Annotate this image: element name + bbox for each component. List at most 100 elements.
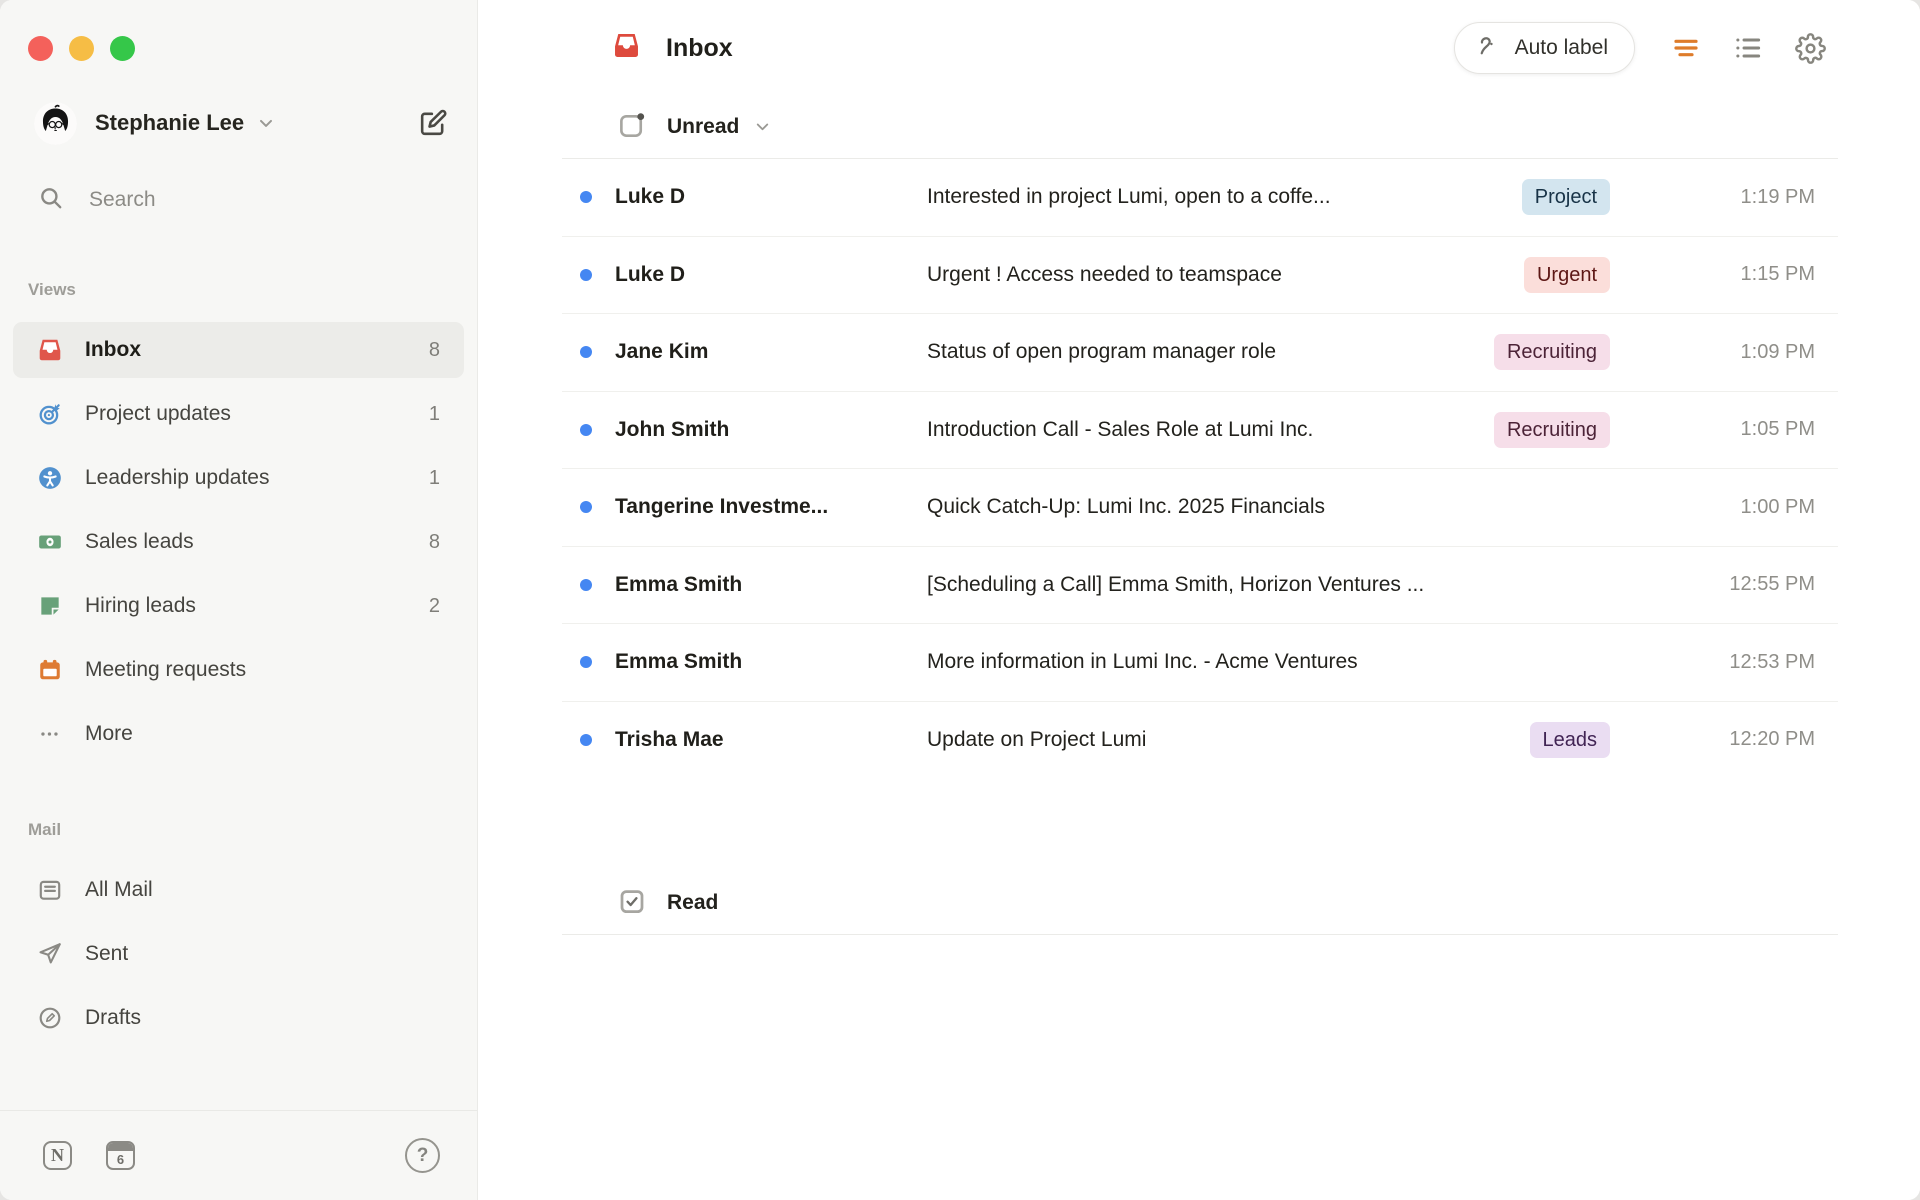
compose-button[interactable] (415, 106, 449, 140)
email-sender: Luke D (615, 185, 686, 209)
email-row[interactable]: Jane Kim Status of open program manager … (562, 313, 1838, 391)
zoom-window-button[interactable] (110, 36, 135, 61)
list-view-icon[interactable] (1732, 32, 1764, 64)
unread-section-label: Unread (667, 115, 740, 138)
sidebar-item-label: More (85, 722, 133, 745)
sidebar-item-count: 1 (428, 466, 440, 489)
search-placeholder: Search (89, 188, 156, 211)
sidebar-item-inbox[interactable]: Inbox 8 (13, 322, 464, 378)
sidebar-item-label: Drafts (85, 1006, 142, 1029)
email-subject: Status of open program manager role (927, 340, 1277, 364)
sidebar-item-count: 8 (428, 338, 440, 361)
email-time: 1:00 PM (1740, 495, 1815, 518)
email-time: 1:09 PM (1740, 340, 1815, 363)
auto-label-button[interactable]: Auto label (1453, 22, 1635, 74)
sidebar-item-sales-leads[interactable]: Sales leads 8 (13, 514, 464, 570)
unread-dot (580, 501, 592, 514)
notion-app-icon[interactable]: N (43, 1141, 72, 1170)
email-row[interactable]: Trisha Mae Update on Project Lumi Leads … (562, 700, 1838, 779)
email-sender: Emma Smith (615, 650, 743, 674)
auto-label-button-label: Auto label (1514, 36, 1608, 59)
money-icon (37, 529, 63, 555)
calendar-app-icon[interactable]: 6 (106, 1141, 135, 1170)
person-circle-icon (37, 465, 63, 491)
sidebar-item-more[interactable]: More (13, 706, 464, 762)
account-switcher[interactable]: Stephanie Lee (34, 100, 449, 146)
email-subject: More information in Lumi Inc. - Acme Ven… (927, 650, 1358, 674)
sidebar-item-leadership-updates[interactable]: Leadership updates 1 (13, 450, 464, 506)
email-sender: Emma Smith (615, 572, 743, 596)
chevron-down-icon (256, 113, 276, 138)
target-icon (37, 401, 63, 427)
email-row[interactable]: Luke D Interested in project Lumi, open … (562, 159, 1838, 236)
email-time: 12:20 PM (1729, 728, 1815, 751)
inbox-icon (37, 337, 63, 363)
sidebar-item-count: 1 (428, 402, 440, 425)
email-subject: Urgent ! Access needed to teamspace (927, 262, 1282, 286)
email-sender: Jane Kim (615, 340, 709, 364)
app-window: Stephanie Lee Search Views Inbox 8 Proje… (0, 0, 1920, 1200)
sidebar-item-hiring-leads[interactable]: Hiring leads 2 (13, 578, 464, 634)
search-icon (38, 185, 64, 216)
email-row[interactable]: Tangerine Investme... Quick Catch-Up: Lu… (562, 468, 1838, 546)
note-icon (37, 593, 63, 619)
sidebar-item-all-mail[interactable]: All Mail (13, 862, 464, 918)
section-label: Mail (28, 820, 62, 839)
sidebar-item-sent[interactable]: Sent (13, 926, 464, 982)
unread-section-header[interactable]: Unread (562, 96, 1838, 158)
sidebar-item-label: Project updates (85, 402, 231, 425)
email-time: 1:15 PM (1740, 263, 1815, 286)
read-section-label: Read (667, 891, 719, 914)
sidebar-sections: Views Inbox 8 Project updates 1 Leadersh… (0, 280, 477, 1046)
unread-dot (580, 346, 592, 359)
email-list: Luke D Interested in project Lumi, open … (562, 159, 1838, 778)
sidebar-footer: N 6 ? (0, 1110, 477, 1200)
unread-dot (580, 423, 592, 436)
email-time: 12:55 PM (1729, 573, 1815, 596)
sidebar-item-label: Sales leads (85, 530, 194, 553)
sidebar-item-label: Hiring leads (85, 594, 196, 617)
read-section-header[interactable]: Read (562, 872, 1838, 934)
avatar (34, 101, 77, 145)
email-list-area: Unread Luke D Interested in project Lumi… (478, 96, 1920, 1200)
sidebar-item-project-updates[interactable]: Project updates 1 (13, 386, 464, 442)
page-title: Inbox (666, 33, 733, 62)
email-row[interactable]: Emma Smith More information in Lumi Inc.… (562, 623, 1838, 701)
email-row[interactable]: John Smith Introduction Call - Sales Rol… (562, 390, 1838, 469)
email-row[interactable]: Luke D Urgent ! Access needed to teamspa… (562, 235, 1838, 314)
window-controls (28, 36, 135, 61)
sidebar-item-count: 2 (428, 594, 440, 617)
email-sender: Luke D (615, 262, 686, 286)
section-label: Views (28, 280, 76, 299)
unread-dot (580, 191, 592, 204)
unread-dot (580, 733, 592, 746)
email-label-badge: Recruiting (1493, 334, 1610, 371)
minimize-window-button[interactable] (69, 36, 94, 61)
email-row[interactable]: Emma Smith [Scheduling a Call] Emma Smit… (562, 545, 1838, 624)
close-window-button[interactable] (28, 36, 53, 61)
dots-icon (37, 721, 63, 747)
email-sender: Trisha Mae (615, 727, 724, 751)
search-input[interactable]: Search (38, 178, 449, 222)
main-panel: Inbox Auto label Unread Luke D Intereste… (478, 0, 1920, 1200)
settings-gear-icon[interactable] (1794, 32, 1826, 64)
sidebar-item-label: Inbox (85, 338, 141, 361)
email-time: 1:05 PM (1740, 418, 1815, 441)
email-sender: John Smith (615, 417, 730, 441)
sidebar-item-meeting-requests[interactable]: Meeting requests (13, 642, 464, 698)
filter-icon[interactable] (1670, 32, 1702, 64)
email-time: 1:19 PM (1740, 185, 1815, 208)
help-button[interactable]: ? (405, 1138, 440, 1173)
email-subject: [Scheduling a Call] Emma Smith, Horizon … (927, 572, 1425, 596)
unread-dot (580, 656, 592, 669)
inbox-icon (612, 31, 641, 65)
calendar-icon (37, 657, 63, 683)
sidebar-item-drafts[interactable]: Drafts (13, 990, 464, 1046)
main-header: Inbox Auto label (478, 0, 1920, 96)
sidebar-item-label: All Mail (85, 878, 153, 901)
email-subject: Introduction Call - Sales Role at Lumi I… (927, 417, 1314, 441)
chevron-down-icon[interactable] (753, 117, 772, 141)
email-subject: Quick Catch-Up: Lumi Inc. 2025 Financial… (927, 495, 1326, 519)
email-time: 12:53 PM (1729, 650, 1815, 673)
email-label-badge: Leads (1529, 721, 1610, 758)
